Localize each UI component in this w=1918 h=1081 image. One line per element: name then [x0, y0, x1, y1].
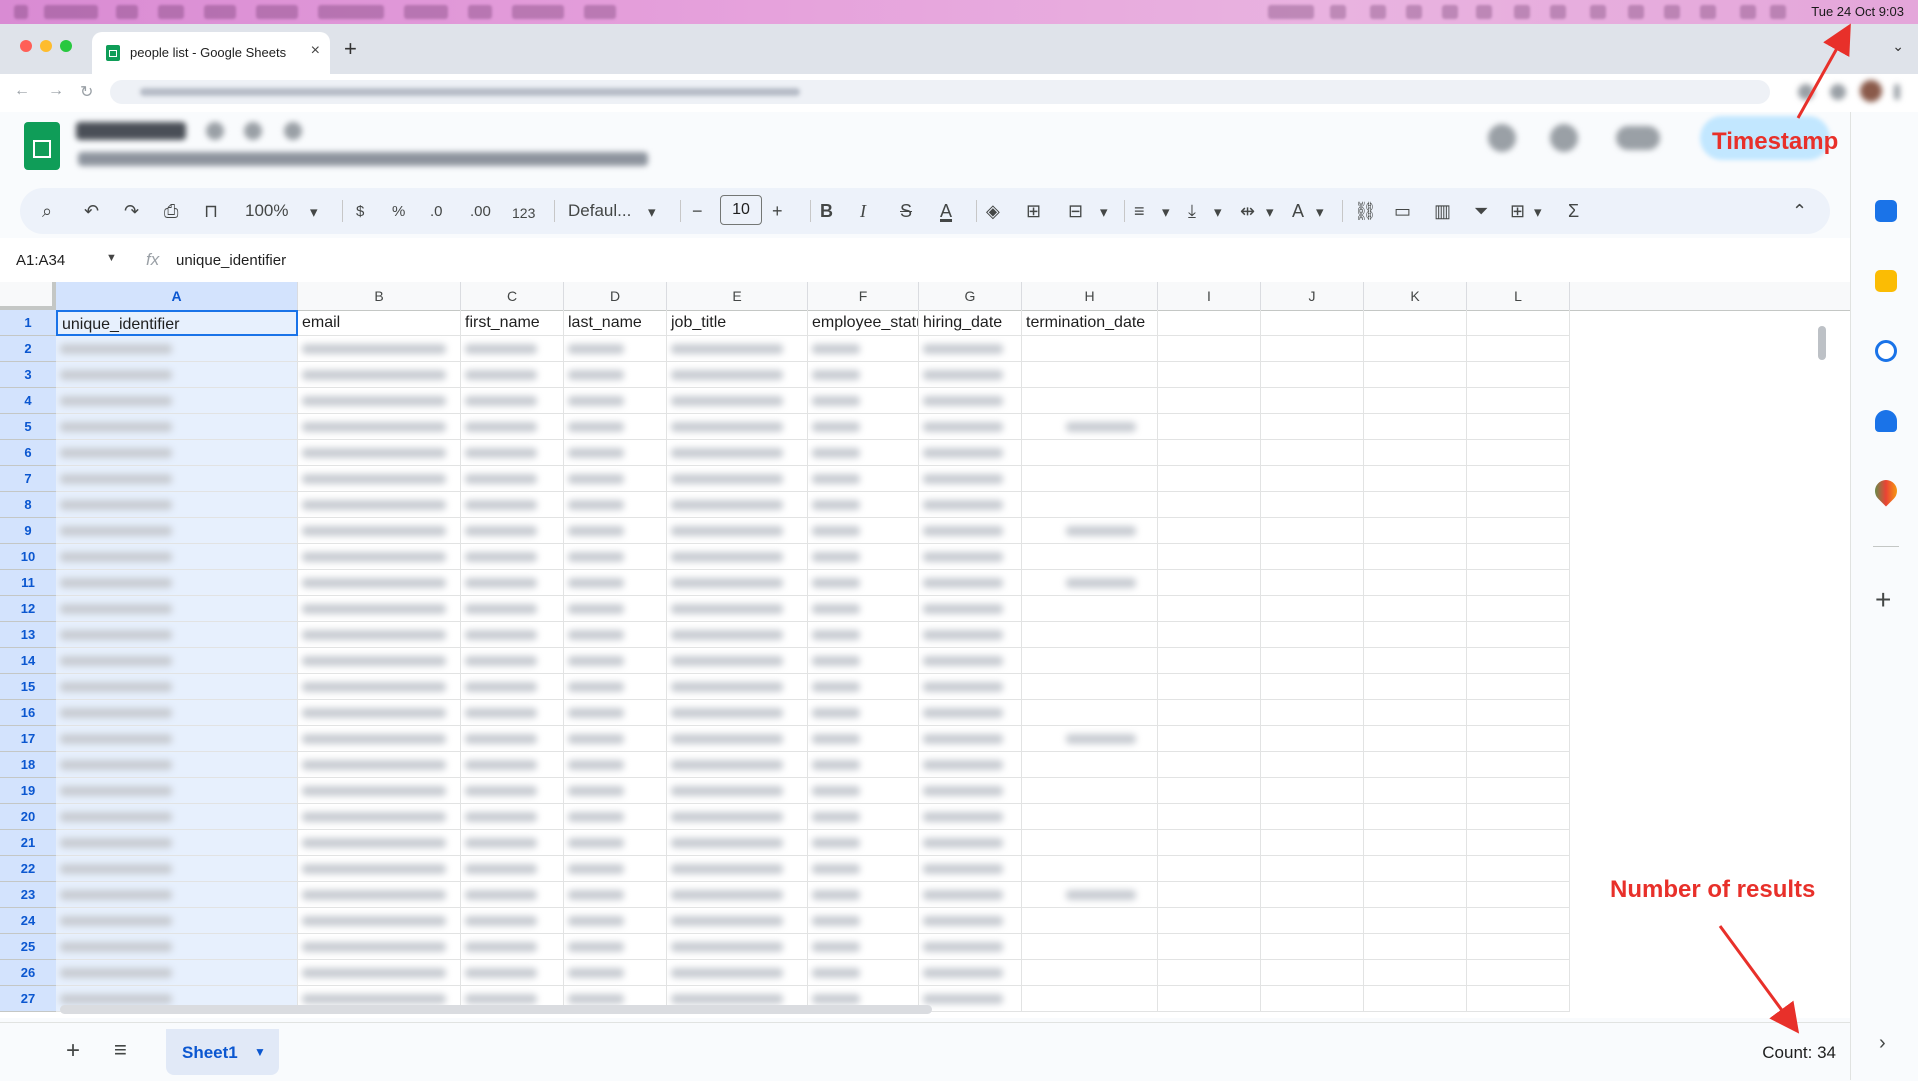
- timestamp-arrow: [1796, 23, 1851, 119]
- results-arrow: [1718, 925, 1800, 1034]
- annotation-arrows: [1718, 23, 1851, 1034]
